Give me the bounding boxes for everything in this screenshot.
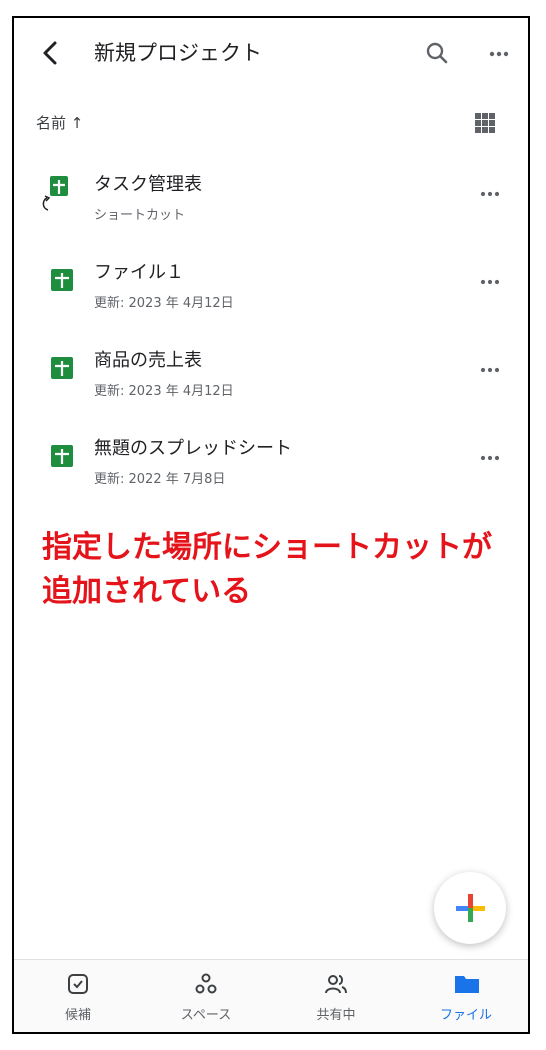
file-row[interactable]: 商品の売上表 更新: 2023 年 4月12日: [14, 334, 528, 414]
sheets-icon: [48, 266, 76, 294]
file-subtitle: ショートカット: [94, 208, 186, 223]
more-horizontal-icon[interactable]: [476, 182, 504, 206]
suggested-icon: [66, 972, 90, 996]
plus-icon: [456, 894, 485, 922]
nav-shared[interactable]: 共有中: [276, 960, 396, 1032]
spaces-icon: [194, 972, 218, 996]
folder-icon: [454, 972, 479, 996]
grid-view-icon[interactable]: [474, 112, 496, 134]
page-title: 新規プロジェクト: [94, 41, 262, 65]
sheets-icon: [48, 442, 76, 470]
file-name: 商品の売上表: [94, 350, 202, 371]
annotation-text: 指定した場所にショートカットが追加されている: [42, 530, 492, 609]
bottom-navigation: 候補 スペース 共有中 ファイル: [14, 959, 528, 1032]
file-subtitle: 更新: 2022 年 7月8日: [94, 472, 226, 487]
more-horizontal-icon[interactable]: [484, 38, 514, 68]
file-name: タスク管理表: [94, 174, 202, 195]
more-horizontal-icon[interactable]: [476, 270, 504, 294]
sheets-shortcut-icon: [42, 176, 76, 211]
more-horizontal-icon[interactable]: [476, 446, 504, 470]
more-horizontal-icon[interactable]: [476, 358, 504, 382]
search-icon[interactable]: [422, 38, 452, 68]
file-subtitle: 更新: 2023 年 4月12日: [94, 384, 234, 399]
file-name: 無題のスプレッドシート: [94, 438, 292, 459]
chevron-left-icon[interactable]: [36, 38, 66, 68]
new-button[interactable]: [434, 872, 506, 944]
file-name: ファイル１: [94, 262, 184, 283]
shared-icon: [324, 972, 348, 996]
nav-label: スペース: [180, 1008, 232, 1023]
sheets-icon: [48, 354, 76, 382]
top-app-bar: 新規プロジェクト: [14, 18, 528, 90]
app-frame: 新規プロジェクト 名前 ↑ タスク管理表 ショートカット ファイル１ 更新: 2…: [12, 16, 530, 1034]
nav-suggested[interactable]: 候補: [18, 960, 138, 1032]
nav-spaces[interactable]: スペース: [146, 960, 266, 1032]
nav-label: 候補: [64, 1008, 91, 1023]
file-row[interactable]: ファイル１ 更新: 2023 年 4月12日: [14, 246, 528, 326]
file-subtitle: 更新: 2023 年 4月12日: [94, 296, 234, 311]
nav-files[interactable]: ファイル: [406, 960, 526, 1032]
sort-by-name-toggle[interactable]: 名前 ↑: [36, 112, 83, 133]
nav-label: ファイル: [439, 1008, 492, 1023]
nav-label: 共有中: [316, 1008, 356, 1023]
sort-row: 名前 ↑: [14, 106, 528, 140]
file-row[interactable]: 無題のスプレッドシート 更新: 2022 年 7月8日: [14, 422, 528, 502]
file-row-shortcut[interactable]: タスク管理表 ショートカット: [14, 158, 528, 238]
